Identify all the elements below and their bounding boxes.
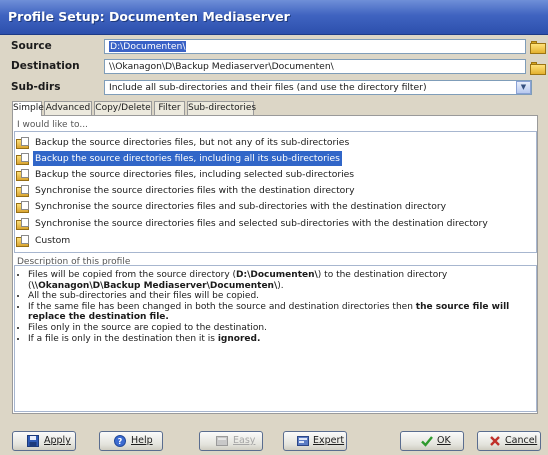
close-icon	[490, 436, 500, 446]
option-label: Backup the source directories files, inc…	[33, 151, 342, 166]
destination-field[interactable]: \\Okanagon\D\Backup Mediaserver\Document…	[104, 59, 526, 74]
backup-folder-icon	[16, 153, 29, 165]
easy-mode-icon	[216, 436, 228, 446]
option-label: Synchronise the source directories files…	[35, 185, 355, 196]
description-item: If the same file has been changed in bot…	[28, 302, 521, 323]
description-item: If a file is only in the destination the…	[28, 334, 521, 345]
backup-folder-icon	[16, 169, 29, 181]
ok-button[interactable]: OK	[400, 431, 464, 451]
source-label: Source	[11, 40, 52, 52]
tab-sub-directories[interactable]: Sub-directories	[187, 101, 256, 115]
tab-filter[interactable]: Filter	[154, 101, 185, 115]
expert-button[interactable]: Expert	[283, 431, 347, 451]
description-item: Files only in the source are copied to t…	[28, 323, 521, 334]
help-icon: ?	[114, 435, 126, 447]
backup-folder-icon	[16, 137, 29, 149]
custom-folder-icon	[16, 235, 29, 247]
options-group-label: I would like to...	[17, 120, 88, 130]
expert-mode-icon	[297, 436, 309, 446]
window-title: Profile Setup: Documenten Mediaserver	[8, 9, 290, 24]
tab-simple[interactable]: Simple	[12, 101, 44, 116]
option-label: Synchronise the source directories files…	[35, 201, 447, 212]
svg-text:?: ?	[118, 437, 123, 446]
cancel-label: Cancel	[505, 435, 538, 446]
apply-label: Apply	[44, 435, 71, 446]
description-item: Files will be copied from the source dir…	[28, 270, 521, 291]
apply-button[interactable]: Apply	[12, 431, 76, 451]
subdirs-value: Include all sub-directories and their fi…	[109, 82, 427, 93]
destination-browse-folder-icon[interactable]	[530, 61, 546, 75]
cancel-button[interactable]: Cancel	[477, 431, 541, 451]
tab-copy-delete[interactable]: Copy/Delete	[94, 101, 152, 115]
option-label: Custom	[35, 235, 71, 246]
sync-folder-icon	[16, 201, 29, 213]
title-bar[interactable]: Profile Setup: Documenten Mediaserver	[0, 0, 548, 35]
subdirs-select[interactable]: Include all sub-directories and their fi…	[104, 80, 532, 95]
destination-label: Destination	[11, 60, 80, 72]
subdirs-label: Sub-dirs	[11, 81, 61, 93]
option-label: Synchronise the source directories files…	[35, 218, 488, 229]
tab-advanced[interactable]: Advanced	[44, 101, 92, 115]
floppy-disk-icon	[27, 435, 39, 447]
expert-label: Expert	[313, 435, 345, 446]
source-field[interactable]: D:\Documenten\	[104, 39, 526, 54]
checkmark-icon	[421, 436, 433, 447]
easy-label: Easy	[233, 435, 256, 446]
option-label: Backup the source directories files, but…	[35, 137, 350, 148]
help-button[interactable]: ? Help	[99, 431, 163, 451]
source-value: D:\Documenten\	[109, 41, 187, 52]
chevron-down-icon[interactable]: ▼	[516, 81, 531, 94]
sync-folder-icon	[16, 185, 29, 197]
easy-button[interactable]: Easy	[199, 431, 263, 451]
destination-value: \\Okanagon\D\Backup Mediaserver\Document…	[109, 61, 334, 72]
option-label: Backup the source directories files, inc…	[35, 169, 355, 180]
source-browse-folder-icon[interactable]	[530, 40, 546, 54]
description-text: Files will be copied from the source dir…	[16, 270, 521, 344]
sync-folder-icon	[16, 218, 29, 230]
help-label: Help	[131, 435, 153, 446]
ok-label: OK	[437, 435, 451, 446]
description-item: All the sub-directories and their files …	[28, 291, 521, 302]
